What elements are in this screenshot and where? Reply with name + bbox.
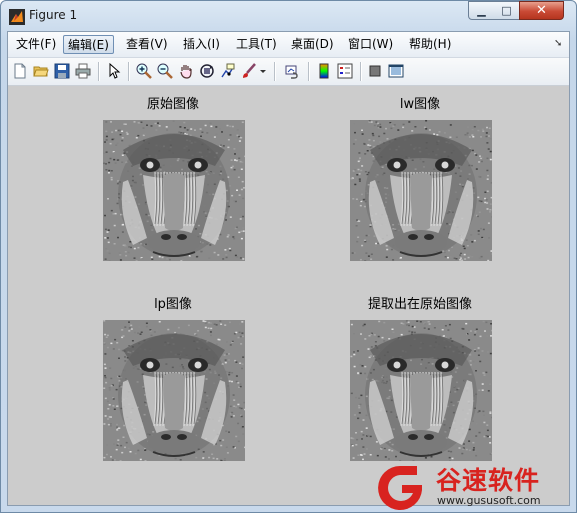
title-bar[interactable]: Figure 1 ▁ □ ✕ <box>1 1 576 31</box>
hide-plot-tools-icon[interactable] <box>366 62 384 80</box>
show-plot-tools-icon[interactable] <box>387 62 405 80</box>
subplot-title-original: 原始图像 <box>146 97 199 112</box>
plot-area[interactable]: 原始图像 lw图像 lp图像 提取出在原始图像 <box>8 86 569 505</box>
brush-dropdown-icon[interactable] <box>258 62 268 80</box>
pointer-icon[interactable] <box>105 62 123 80</box>
menu-view[interactable]: 查看(V) <box>122 35 172 54</box>
legend-icon[interactable] <box>336 62 354 80</box>
menu-insert[interactable]: 插入(I) <box>179 35 224 54</box>
maximize-button[interactable]: □ <box>494 1 520 20</box>
menu-overflow-icon[interactable]: ➘ <box>554 38 562 49</box>
menu-tools[interactable]: 工具(T) <box>232 35 281 54</box>
menu-desktop[interactable]: 桌面(D) <box>287 35 338 54</box>
figure-window: Figure 1 ▁ □ ✕ 文件(F) 编辑(E) 查看(V) 插入(I) 工… <box>0 0 577 513</box>
pan-hand-icon[interactable] <box>177 62 195 80</box>
zoom-out-icon[interactable] <box>156 62 174 80</box>
watermark-brand: 谷速软件 <box>436 466 541 495</box>
subplot-image-lp <box>103 320 245 461</box>
subplot-title-extracted: 提取出在原始图像 <box>367 297 472 312</box>
figure-toolbar <box>8 58 569 86</box>
figure-client-area: 文件(F) 编辑(E) 查看(V) 插入(I) 工具(T) 桌面(D) 窗口(W… <box>7 31 570 506</box>
toolbar-separator <box>98 62 99 81</box>
open-file-icon[interactable] <box>32 62 50 80</box>
toolbar-separator <box>274 62 275 81</box>
subplot-title-lw: lw图像 <box>399 97 441 112</box>
subplot-title-lp: lp图像 <box>154 297 192 312</box>
toolbar-separator <box>308 62 309 81</box>
link-plot-icon[interactable] <box>284 62 302 80</box>
toolbar-separator <box>360 62 361 81</box>
watermark-url: www.gususoft.com <box>437 494 541 507</box>
minimize-icon: ▁ <box>477 4 486 17</box>
menu-window[interactable]: 窗口(W) <box>344 35 397 54</box>
menu-file[interactable]: 文件(F) <box>12 35 60 54</box>
close-button[interactable]: ✕ <box>519 1 564 20</box>
colorbar-icon[interactable] <box>315 62 333 80</box>
maximize-icon: □ <box>501 4 512 17</box>
print-icon[interactable] <box>74 62 92 80</box>
window-title: Figure 1 <box>29 8 78 22</box>
matlab-icon <box>9 9 25 25</box>
minimize-button[interactable]: ▁ <box>468 1 495 20</box>
menu-bar: 文件(F) 编辑(E) 查看(V) 插入(I) 工具(T) 桌面(D) 窗口(W… <box>8 32 569 58</box>
subplot-image-lw <box>350 120 492 261</box>
subplot-image-original <box>103 120 245 261</box>
menu-edit[interactable]: 编辑(E) <box>63 35 114 54</box>
subplot-image-extracted <box>350 320 492 461</box>
zoom-in-icon[interactable] <box>135 62 153 80</box>
close-icon: ✕ <box>536 3 547 18</box>
rotate-3d-icon[interactable] <box>198 62 216 80</box>
menu-help[interactable]: 帮助(H) <box>405 35 455 54</box>
new-figure-icon[interactable] <box>11 62 29 80</box>
brush-icon[interactable] <box>240 62 258 80</box>
data-cursor-icon[interactable] <box>219 62 237 80</box>
toolbar-separator <box>128 62 129 81</box>
save-icon[interactable] <box>53 62 71 80</box>
